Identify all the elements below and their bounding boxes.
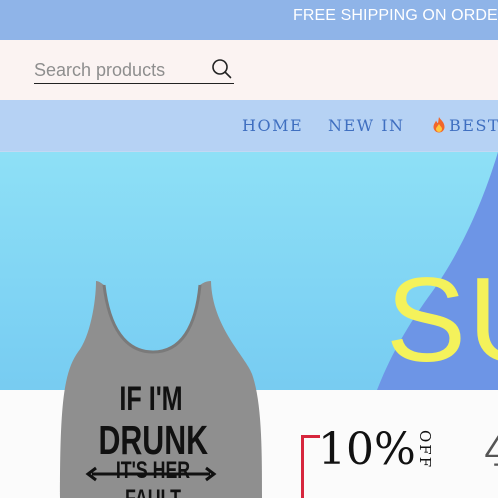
search-field (34, 58, 234, 84)
search-area (0, 40, 498, 100)
shirt-print-line-1: IF I'M (119, 380, 183, 418)
nav-item-home[interactable]: HOME (242, 116, 303, 135)
announcement-bar: FREE SHIPPING ON ORDERS (0, 0, 498, 40)
search-input[interactable] (34, 58, 204, 82)
offer-off-label: OFF (416, 430, 434, 470)
main-nav: HOME NEW IN BEST (0, 100, 498, 152)
nav-item-best-label: BEST (449, 116, 498, 135)
free-shipping-text: FREE SHIPPING ON ORDERS (293, 7, 498, 24)
search-icon (212, 59, 232, 79)
shirt-print-line-3: IT'S HER FAULT (115, 457, 191, 498)
nav-item-new-in[interactable]: NEW IN (328, 116, 405, 135)
hero-banner[interactable]: SU IF I'M DRUNK IT'S HER FAULT 10% OFF 4 (0, 152, 498, 498)
fire-icon (433, 117, 445, 133)
search-button[interactable] (210, 57, 234, 81)
offer-percent: 10% (318, 424, 416, 475)
nav-item-best[interactable]: BEST (430, 116, 498, 135)
offer-next-digit: 4 (484, 426, 498, 477)
